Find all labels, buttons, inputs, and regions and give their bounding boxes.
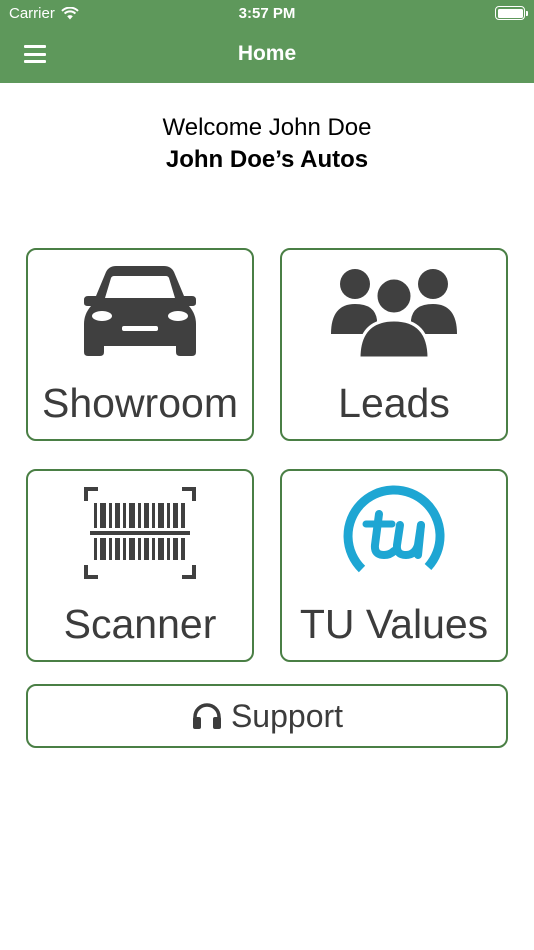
support-button[interactable]: Support xyxy=(26,684,508,748)
scanner-button[interactable]: Scanner xyxy=(26,469,254,662)
page-title: Home xyxy=(237,42,297,65)
car-icon xyxy=(28,264,252,356)
support-label: Support xyxy=(230,697,344,734)
dealer-name: John Doe’s Autos xyxy=(165,146,369,173)
barcode-scanner-icon xyxy=(28,487,252,579)
showroom-button[interactable]: Showroom xyxy=(26,248,254,441)
tu-values-button[interactable]: TU Values xyxy=(280,469,508,662)
tu-logo xyxy=(282,483,506,587)
status-time: 3:57 PM xyxy=(238,5,296,22)
headset-icon xyxy=(192,703,221,729)
scanner-label: Scanner xyxy=(63,601,217,647)
tu-values-label: TU Values xyxy=(299,601,489,647)
welcome-message: Welcome John Doe xyxy=(162,114,372,141)
status-bar: Carrier 3:57 PM xyxy=(0,0,534,28)
people-group-icon xyxy=(282,264,506,360)
leads-button[interactable]: Leads xyxy=(280,248,508,441)
app-screen: Carrier 3:57 PM Home Welcome John Doe Jo… xyxy=(0,0,534,950)
leads-label: Leads xyxy=(338,380,450,426)
showroom-label: Showroom xyxy=(42,380,238,426)
battery-icon xyxy=(495,6,528,20)
top-bar: Carrier 3:57 PM Home xyxy=(0,0,534,83)
